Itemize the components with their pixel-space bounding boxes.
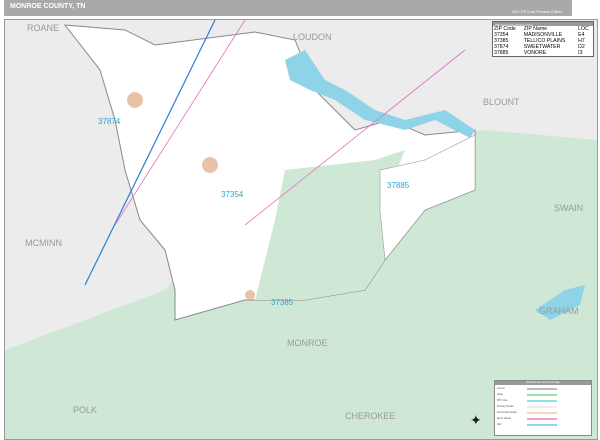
map-canvas[interactable]: ROANE LOUDON BLOUNT MCMINN SWAIN GRAHAM … <box>4 19 598 440</box>
legend-swatch <box>527 388 557 390</box>
county-label: CHEROKEE <box>345 411 396 421</box>
edition-label: 2021 ZIP Code Premium Edition <box>511 10 562 14</box>
legend-swatch <box>527 424 557 426</box>
legend-item: Rail <box>497 423 502 426</box>
county-label: MCMINN <box>25 238 62 248</box>
legend-swatch <box>527 394 557 396</box>
tellico-plains-urban <box>245 290 255 300</box>
zip-label: 37354 <box>221 190 244 199</box>
zip-label: 37385 <box>271 298 294 307</box>
brand-logo <box>574 0 598 15</box>
county-label: ROANE <box>27 23 60 33</box>
zip-label: 37874 <box>98 117 121 126</box>
county-label: MONROE <box>287 338 328 348</box>
legend-item: Primary Roads <box>497 405 514 408</box>
map-shapes <box>5 20 597 439</box>
legend-item: State <box>497 393 503 396</box>
legend-item: County <box>497 387 505 390</box>
legend-item: ZIP Code <box>497 399 508 402</box>
county-label: GRAHAM <box>539 306 579 316</box>
zip-index-table: ZIP Code Index/Grid Locator ZIP Code ZIP … <box>492 21 594 57</box>
legend-swatch <box>527 406 557 408</box>
title-bar: MONROE COUNTY, TN 2021 ZIP Code Premium … <box>4 0 572 16</box>
madisonville-urban <box>202 157 218 173</box>
legend-swatch <box>527 400 557 402</box>
compass-rose-icon: ✦ <box>470 412 482 428</box>
county-label: POLK <box>73 405 98 415</box>
county-label: LOUDON <box>293 32 332 42</box>
legend-title: 2021 Monroe County, TN Map <box>495 381 591 385</box>
legend-swatch <box>527 412 557 414</box>
county-label: BLOUNT <box>483 97 520 107</box>
legend-swatch <box>527 418 557 420</box>
table-row: 37885 VONORE I3 <box>493 50 593 56</box>
sweetwater-urban <box>127 92 143 108</box>
cell: VONORE <box>523 50 547 56</box>
cell: 37885 <box>494 50 509 56</box>
map-title: MONROE COUNTY, TN <box>10 3 86 10</box>
cell: I3 <box>578 50 583 56</box>
county-label: SWAIN <box>554 203 584 213</box>
legend-item: Secondary Roads <box>497 411 517 414</box>
map-legend: 2021 Monroe County, TN Map County State … <box>494 380 592 436</box>
legend-item: Minor Roads <box>497 417 512 420</box>
zip-label: 37885 <box>387 181 410 190</box>
